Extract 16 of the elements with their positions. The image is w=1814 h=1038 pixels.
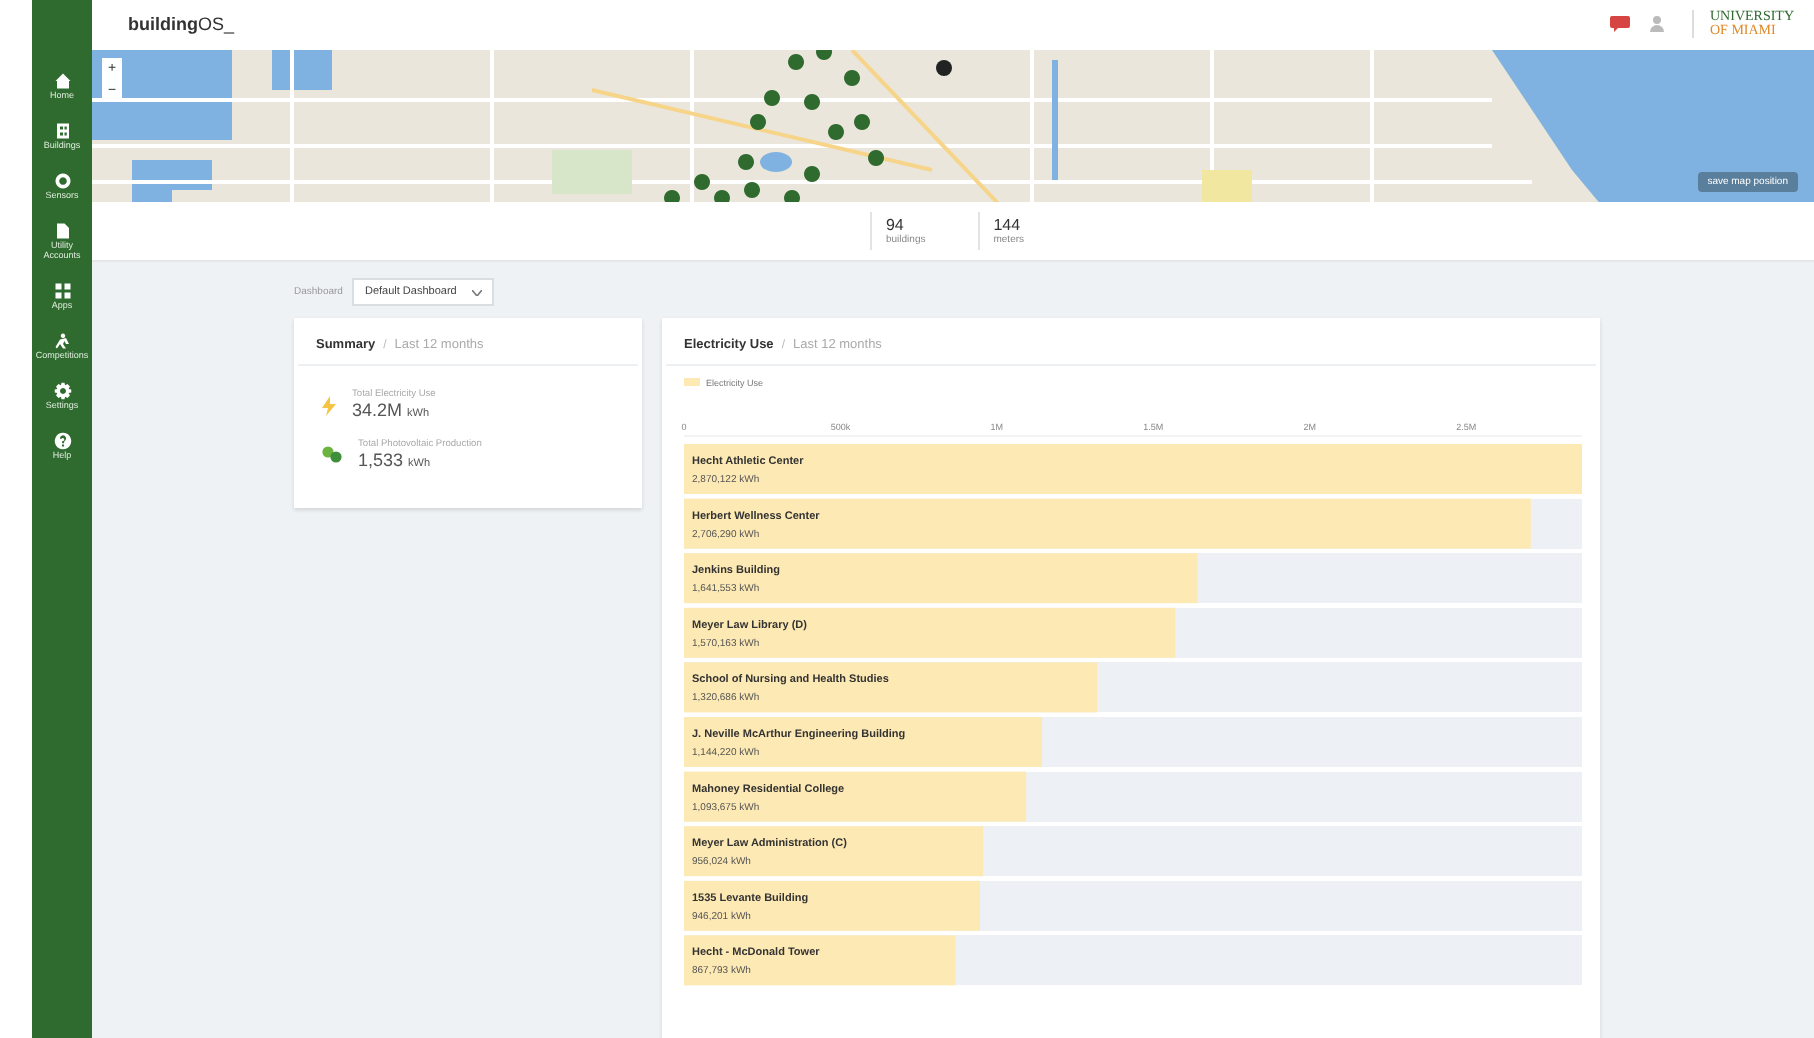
legend-swatch — [684, 378, 700, 386]
lightning-icon — [322, 395, 336, 415]
ring-icon — [53, 171, 71, 190]
stat-value: 94 — [885, 215, 906, 234]
chat-bubble-icon[interactable] — [1610, 16, 1630, 33]
runner-icon — [53, 331, 71, 350]
circles-icon — [322, 446, 342, 464]
logo: buildingOS_ — [128, 14, 235, 35]
building-icon — [53, 121, 71, 140]
stat-value: 144 — [993, 215, 1023, 234]
document-icon — [53, 221, 71, 240]
settings-icon — [53, 381, 71, 400]
home-icon — [53, 72, 71, 90]
apps-icon — [53, 281, 71, 300]
help-icon — [53, 431, 71, 449]
chevron-icon — [472, 289, 483, 295]
